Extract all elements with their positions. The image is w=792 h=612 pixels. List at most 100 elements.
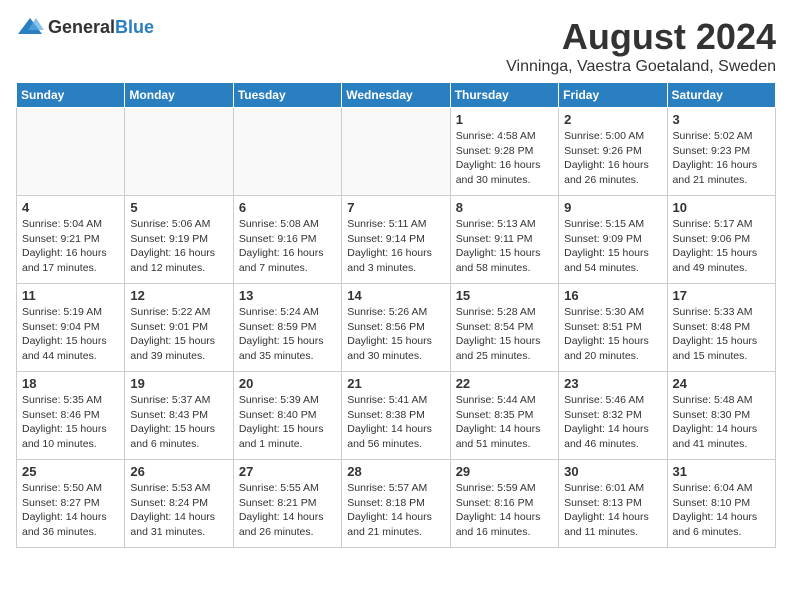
- day-number: 7: [347, 200, 444, 215]
- calendar-cell: 4 Sunrise: 5:04 AM Sunset: 9:21 PM Daylig…: [17, 196, 125, 284]
- cell-content: Sunrise: 5:22 AM Sunset: 9:01 PM Dayligh…: [130, 305, 227, 364]
- day-number: 29: [456, 464, 553, 479]
- cell-content: Sunrise: 5:17 AM Sunset: 9:06 PM Dayligh…: [673, 217, 770, 276]
- calendar-cell: 17 Sunrise: 5:33 AM Sunset: 8:48 PM Dayli…: [667, 284, 775, 372]
- logo: GeneralBlue: [16, 16, 154, 38]
- day-number: 19: [130, 376, 227, 391]
- day-number: 30: [564, 464, 661, 479]
- header: GeneralBlue August 2024 Vinninga, Vaestr…: [16, 16, 776, 76]
- day-number: 25: [22, 464, 119, 479]
- cell-content: Sunrise: 5:26 AM Sunset: 8:56 PM Dayligh…: [347, 305, 444, 364]
- calendar-cell: 30 Sunrise: 6:01 AM Sunset: 8:13 PM Dayli…: [559, 460, 667, 548]
- day-number: 22: [456, 376, 553, 391]
- calendar-cell: 10 Sunrise: 5:17 AM Sunset: 9:06 PM Dayli…: [667, 196, 775, 284]
- cell-content: Sunrise: 5:57 AM Sunset: 8:18 PM Dayligh…: [347, 481, 444, 540]
- col-header-wednesday: Wednesday: [342, 83, 450, 108]
- calendar-cell: 28Sunrise: 5:57 AM Sunset: 8:18 PM Dayli…: [342, 460, 450, 548]
- cell-content: Sunrise: 5:39 AM Sunset: 8:40 PM Dayligh…: [239, 393, 336, 452]
- calendar-cell: [125, 108, 233, 196]
- calendar-cell: 20 Sunrise: 5:39 AM Sunset: 8:40 PM Dayli…: [233, 372, 341, 460]
- day-number: 20: [239, 376, 336, 391]
- day-number: 6: [239, 200, 336, 215]
- cell-content: Sunrise: 5:50 AM Sunset: 8:27 PM Dayligh…: [22, 481, 119, 540]
- cell-content: Sunrise: 5:33 AM Sunset: 8:48 PM Dayligh…: [673, 305, 770, 364]
- day-number: 8: [456, 200, 553, 215]
- cell-content: Sunrise: 5:28 AM Sunset: 8:54 PM Dayligh…: [456, 305, 553, 364]
- calendar-cell: 3 Sunrise: 5:02 AM Sunset: 9:23 PM Daylig…: [667, 108, 775, 196]
- day-number: 18: [22, 376, 119, 391]
- cell-content: Sunrise: 5:24 AM Sunset: 8:59 PM Dayligh…: [239, 305, 336, 364]
- cell-content: Sunrise: 6:01 AM Sunset: 8:13 PM Dayligh…: [564, 481, 661, 540]
- day-number: 13: [239, 288, 336, 303]
- logo-text-general: General: [48, 17, 115, 37]
- calendar-cell: 31 Sunrise: 6:04 AM Sunset: 8:10 PM Dayli…: [667, 460, 775, 548]
- col-header-tuesday: Tuesday: [233, 83, 341, 108]
- day-number: 31: [673, 464, 770, 479]
- calendar-cell: 19 Sunrise: 5:37 AM Sunset: 8:43 PM Dayli…: [125, 372, 233, 460]
- calendar-cell: [342, 108, 450, 196]
- calendar-cell: 27 Sunrise: 5:55 AM Sunset: 8:21 PM Dayli…: [233, 460, 341, 548]
- month-year-title: August 2024: [506, 16, 776, 58]
- day-number: 16: [564, 288, 661, 303]
- calendar-week-row: 1 Sunrise: 4:58 AM Sunset: 9:28 PM Daylig…: [17, 108, 776, 196]
- cell-content: Sunrise: 5:08 AM Sunset: 9:16 PM Dayligh…: [239, 217, 336, 276]
- cell-content: Sunrise: 5:04 AM Sunset: 9:21 PM Dayligh…: [22, 217, 119, 276]
- cell-content: Sunrise: 5:55 AM Sunset: 8:21 PM Dayligh…: [239, 481, 336, 540]
- calendar-cell: 2 Sunrise: 5:00 AM Sunset: 9:26 PM Daylig…: [559, 108, 667, 196]
- day-number: 17: [673, 288, 770, 303]
- cell-content: Sunrise: 5:15 AM Sunset: 9:09 PM Dayligh…: [564, 217, 661, 276]
- cell-content: Sunrise: 6:04 AM Sunset: 8:10 PM Dayligh…: [673, 481, 770, 540]
- cell-content: Sunrise: 5:53 AM Sunset: 8:24 PM Dayligh…: [130, 481, 227, 540]
- logo-text-blue: Blue: [115, 17, 154, 37]
- day-number: 1: [456, 112, 553, 127]
- cell-content: Sunrise: 5:19 AM Sunset: 9:04 PM Dayligh…: [22, 305, 119, 364]
- calendar-cell: 12 Sunrise: 5:22 AM Sunset: 9:01 PM Dayli…: [125, 284, 233, 372]
- title-area: August 2024 Vinninga, Vaestra Goetaland,…: [506, 16, 776, 76]
- col-header-saturday: Saturday: [667, 83, 775, 108]
- cell-content: Sunrise: 5:35 AM Sunset: 8:46 PM Dayligh…: [22, 393, 119, 452]
- calendar-cell: 23Sunrise: 5:46 AM Sunset: 8:32 PM Dayli…: [559, 372, 667, 460]
- calendar-cell: [233, 108, 341, 196]
- location-subtitle: Vinninga, Vaestra Goetaland, Sweden: [506, 58, 776, 76]
- calendar-cell: 5Sunrise: 5:06 AM Sunset: 9:19 PM Daylig…: [125, 196, 233, 284]
- day-number: 4: [22, 200, 119, 215]
- cell-content: Sunrise: 5:02 AM Sunset: 9:23 PM Dayligh…: [673, 129, 770, 188]
- cell-content: Sunrise: 5:44 AM Sunset: 8:35 PM Dayligh…: [456, 393, 553, 452]
- calendar-cell: [17, 108, 125, 196]
- cell-content: Sunrise: 5:11 AM Sunset: 9:14 PM Dayligh…: [347, 217, 444, 276]
- col-header-sunday: Sunday: [17, 83, 125, 108]
- calendar-cell: 18 Sunrise: 5:35 AM Sunset: 8:46 PM Dayli…: [17, 372, 125, 460]
- day-number: 2: [564, 112, 661, 127]
- calendar-cell: 26 Sunrise: 5:53 AM Sunset: 8:24 PM Dayli…: [125, 460, 233, 548]
- cell-content: Sunrise: 5:06 AM Sunset: 9:19 PM Dayligh…: [130, 217, 227, 276]
- calendar-week-row: 11 Sunrise: 5:19 AM Sunset: 9:04 PM Dayli…: [17, 284, 776, 372]
- calendar-week-row: 4 Sunrise: 5:04 AM Sunset: 9:21 PM Daylig…: [17, 196, 776, 284]
- day-number: 21: [347, 376, 444, 391]
- calendar-cell: 13 Sunrise: 5:24 AM Sunset: 8:59 PM Dayli…: [233, 284, 341, 372]
- calendar-cell: 11 Sunrise: 5:19 AM Sunset: 9:04 PM Dayli…: [17, 284, 125, 372]
- cell-content: Sunrise: 5:37 AM Sunset: 8:43 PM Dayligh…: [130, 393, 227, 452]
- cell-content: Sunrise: 5:59 AM Sunset: 8:16 PM Dayligh…: [456, 481, 553, 540]
- day-number: 27: [239, 464, 336, 479]
- day-number: 11: [22, 288, 119, 303]
- calendar-cell: 22 Sunrise: 5:44 AM Sunset: 8:35 PM Dayli…: [450, 372, 558, 460]
- calendar-cell: 16Sunrise: 5:30 AM Sunset: 8:51 PM Dayli…: [559, 284, 667, 372]
- day-number: 12: [130, 288, 227, 303]
- calendar-cell: 6 Sunrise: 5:08 AM Sunset: 9:16 PM Daylig…: [233, 196, 341, 284]
- calendar-week-row: 18 Sunrise: 5:35 AM Sunset: 8:46 PM Dayli…: [17, 372, 776, 460]
- cell-content: Sunrise: 5:00 AM Sunset: 9:26 PM Dayligh…: [564, 129, 661, 188]
- cell-content: Sunrise: 5:13 AM Sunset: 9:11 PM Dayligh…: [456, 217, 553, 276]
- calendar-cell: 7 Sunrise: 5:11 AM Sunset: 9:14 PM Daylig…: [342, 196, 450, 284]
- calendar-cell: 25 Sunrise: 5:50 AM Sunset: 8:27 PM Dayli…: [17, 460, 125, 548]
- day-number: 15: [456, 288, 553, 303]
- col-header-friday: Friday: [559, 83, 667, 108]
- cell-content: Sunrise: 4:58 AM Sunset: 9:28 PM Dayligh…: [456, 129, 553, 188]
- day-number: 9: [564, 200, 661, 215]
- day-number: 3: [673, 112, 770, 127]
- calendar-cell: 15 Sunrise: 5:28 AM Sunset: 8:54 PM Dayli…: [450, 284, 558, 372]
- cell-content: Sunrise: 5:46 AM Sunset: 8:32 PM Dayligh…: [564, 393, 661, 452]
- day-number: 26: [130, 464, 227, 479]
- calendar-cell: 21Sunrise: 5:41 AM Sunset: 8:38 PM Dayli…: [342, 372, 450, 460]
- cell-content: Sunrise: 5:48 AM Sunset: 8:30 PM Dayligh…: [673, 393, 770, 452]
- day-number: 10: [673, 200, 770, 215]
